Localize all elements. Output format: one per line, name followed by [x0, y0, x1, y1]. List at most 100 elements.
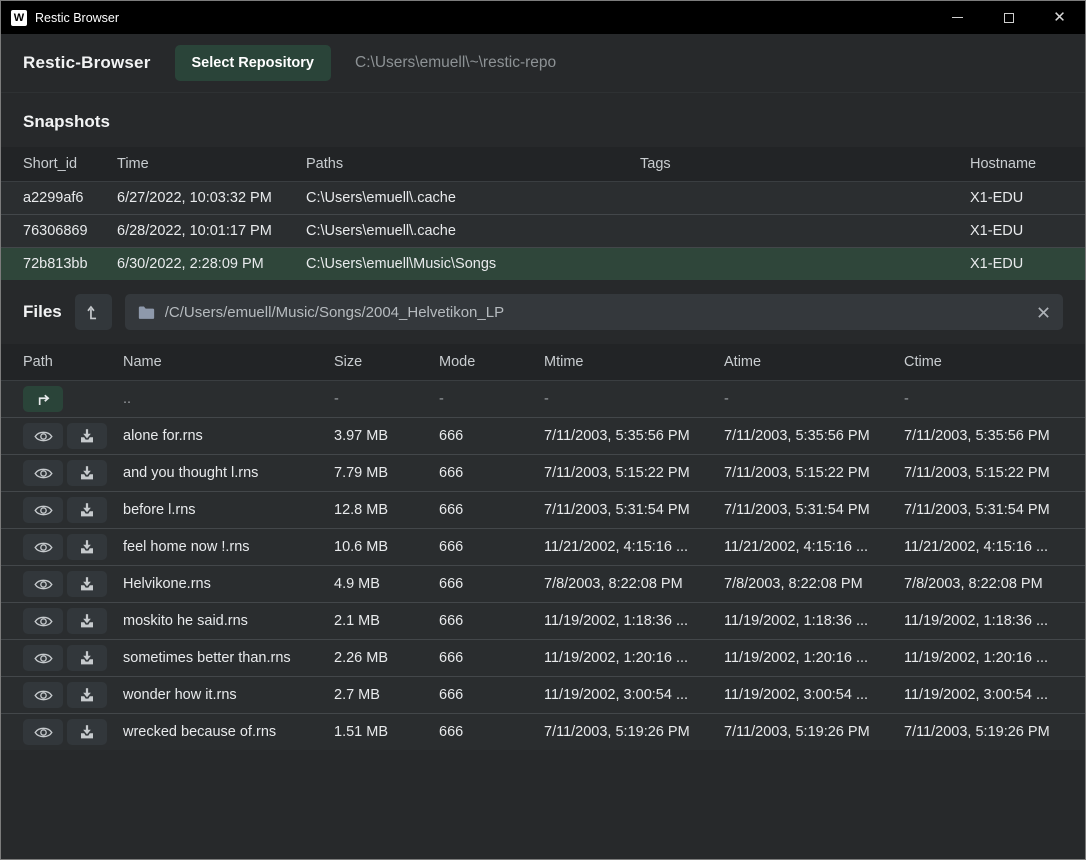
download-icon — [79, 428, 95, 444]
download-file-button[interactable] — [67, 645, 107, 671]
file-size: 2.7 MB — [334, 687, 439, 703]
eye-icon — [34, 614, 53, 629]
file-actions — [23, 497, 123, 523]
files-section-title: Files — [23, 302, 62, 322]
file-actions — [23, 571, 123, 597]
file-ctime: 7/11/2003, 5:15:22 PM — [904, 465, 1063, 481]
maximize-button[interactable] — [983, 1, 1034, 34]
preview-file-button[interactable] — [23, 460, 63, 486]
download-file-button[interactable] — [67, 719, 107, 745]
files-col-mode: Mode — [439, 354, 544, 370]
file-row: before l.rns12.8 MB6667/11/2003, 5:31:54… — [1, 491, 1085, 528]
snapshot-time: 6/28/2022, 10:01:17 PM — [117, 223, 306, 239]
snapshot-hostname: X1-EDU — [970, 190, 1063, 206]
select-repository-button[interactable]: Select Repository — [175, 45, 332, 81]
download-file-button[interactable] — [67, 608, 107, 634]
file-atime: 11/19/2002, 1:18:36 ... — [724, 613, 904, 629]
file-size: 2.26 MB — [334, 650, 439, 666]
file-mtime: 11/19/2002, 3:00:54 ... — [544, 687, 724, 703]
file-name: and you thought l.rns — [123, 465, 334, 481]
preview-file-button[interactable] — [23, 719, 63, 745]
file-name: before l.rns — [123, 502, 334, 518]
window-controls: ✕ — [932, 1, 1085, 34]
file-mode: 666 — [439, 539, 544, 555]
file-mtime: 11/19/2002, 1:20:16 ... — [544, 650, 724, 666]
files-col-size: Size — [334, 354, 439, 370]
file-atime: 11/21/2002, 4:15:16 ... — [724, 539, 904, 555]
window-title: Restic Browser — [35, 11, 119, 25]
snapshot-paths: C:\Users\emuell\Music\Songs — [306, 256, 640, 272]
file-atime: 7/11/2003, 5:31:54 PM — [724, 502, 904, 518]
file-actions — [23, 423, 123, 449]
files-col-name: Name — [123, 354, 334, 370]
file-name: sometimes better than.rns — [123, 650, 334, 666]
snapshots-table-header: Short_id Time Paths Tags Hostname — [1, 147, 1085, 181]
preview-file-button[interactable] — [23, 682, 63, 708]
snapshots-col-hostname: Hostname — [970, 156, 1063, 172]
file-name: moskito he said.rns — [123, 613, 334, 629]
file-ctime: 11/19/2002, 1:20:16 ... — [904, 650, 1063, 666]
download-icon — [79, 576, 95, 592]
preview-file-button[interactable] — [23, 645, 63, 671]
file-atime: - — [724, 391, 904, 407]
snapshot-short-id: 76306869 — [23, 223, 117, 239]
snapshots-table-body: a2299af66/27/2022, 10:03:32 PMC:\Users\e… — [1, 181, 1085, 280]
clear-path-button[interactable] — [1037, 306, 1050, 319]
file-mode: 666 — [439, 724, 544, 740]
eye-icon — [34, 540, 53, 555]
go-root-icon — [85, 304, 102, 321]
file-mode: 666 — [439, 687, 544, 703]
file-mtime: 7/11/2003, 5:19:26 PM — [544, 724, 724, 740]
download-file-button[interactable] — [67, 571, 107, 597]
preview-file-button[interactable] — [23, 608, 63, 634]
app-name: Restic-Browser — [23, 53, 151, 73]
clear-icon — [1037, 306, 1050, 319]
download-file-button[interactable] — [67, 682, 107, 708]
repository-path: C:\Users\emuell\~\restic-repo — [355, 54, 556, 72]
eye-icon — [34, 577, 53, 592]
download-icon — [79, 539, 95, 555]
parent-dir-row[interactable]: ..----- — [1, 380, 1085, 417]
file-actions — [23, 645, 123, 671]
file-actions — [23, 460, 123, 486]
preview-file-button[interactable] — [23, 534, 63, 560]
download-file-button[interactable] — [67, 460, 107, 486]
close-button[interactable]: ✕ — [1034, 1, 1085, 34]
download-icon — [79, 687, 95, 703]
file-size: 10.6 MB — [334, 539, 439, 555]
file-row: and you thought l.rns7.79 MB6667/11/2003… — [1, 454, 1085, 491]
minimize-button[interactable] — [932, 1, 983, 34]
snapshot-hostname: X1-EDU — [970, 256, 1063, 272]
file-actions — [23, 608, 123, 634]
download-icon — [79, 724, 95, 740]
file-ctime: 7/11/2003, 5:31:54 PM — [904, 502, 1063, 518]
go-root-button[interactable] — [75, 294, 112, 330]
snapshot-paths: C:\Users\emuell\.cache — [306, 223, 640, 239]
file-mode: 666 — [439, 428, 544, 444]
download-icon — [79, 613, 95, 629]
preview-file-button[interactable] — [23, 497, 63, 523]
preview-file-button[interactable] — [23, 571, 63, 597]
file-ctime: 11/19/2002, 3:00:54 ... — [904, 687, 1063, 703]
file-ctime: 11/21/2002, 4:15:16 ... — [904, 539, 1063, 555]
file-actions — [23, 719, 123, 745]
file-atime: 7/11/2003, 5:15:22 PM — [724, 465, 904, 481]
download-file-button[interactable] — [67, 497, 107, 523]
eye-icon — [34, 725, 53, 740]
snapshot-hostname: X1-EDU — [970, 223, 1063, 239]
snapshot-row[interactable]: 72b813bb6/30/2022, 2:28:09 PMC:\Users\em… — [1, 247, 1085, 280]
snapshot-row[interactable]: a2299af66/27/2022, 10:03:32 PMC:\Users\e… — [1, 181, 1085, 214]
file-mtime: 7/11/2003, 5:15:22 PM — [544, 465, 724, 481]
preview-file-button[interactable] — [23, 423, 63, 449]
file-size: 2.1 MB — [334, 613, 439, 629]
file-row: alone for.rns3.97 MB6667/11/2003, 5:35:5… — [1, 417, 1085, 454]
files-col-atime: Atime — [724, 354, 904, 370]
files-path-input[interactable]: /C/Users/emuell/Music/Songs/2004_Helveti… — [125, 294, 1063, 330]
go-parent-button[interactable] — [23, 386, 63, 412]
download-file-button[interactable] — [67, 423, 107, 449]
app-header: Restic-Browser Select Repository C:\User… — [1, 34, 1085, 93]
snapshot-row[interactable]: 763068696/28/2022, 10:01:17 PMC:\Users\e… — [1, 214, 1085, 247]
file-mtime: 7/11/2003, 5:35:56 PM — [544, 428, 724, 444]
download-file-button[interactable] — [67, 534, 107, 560]
file-atime: 7/11/2003, 5:35:56 PM — [724, 428, 904, 444]
